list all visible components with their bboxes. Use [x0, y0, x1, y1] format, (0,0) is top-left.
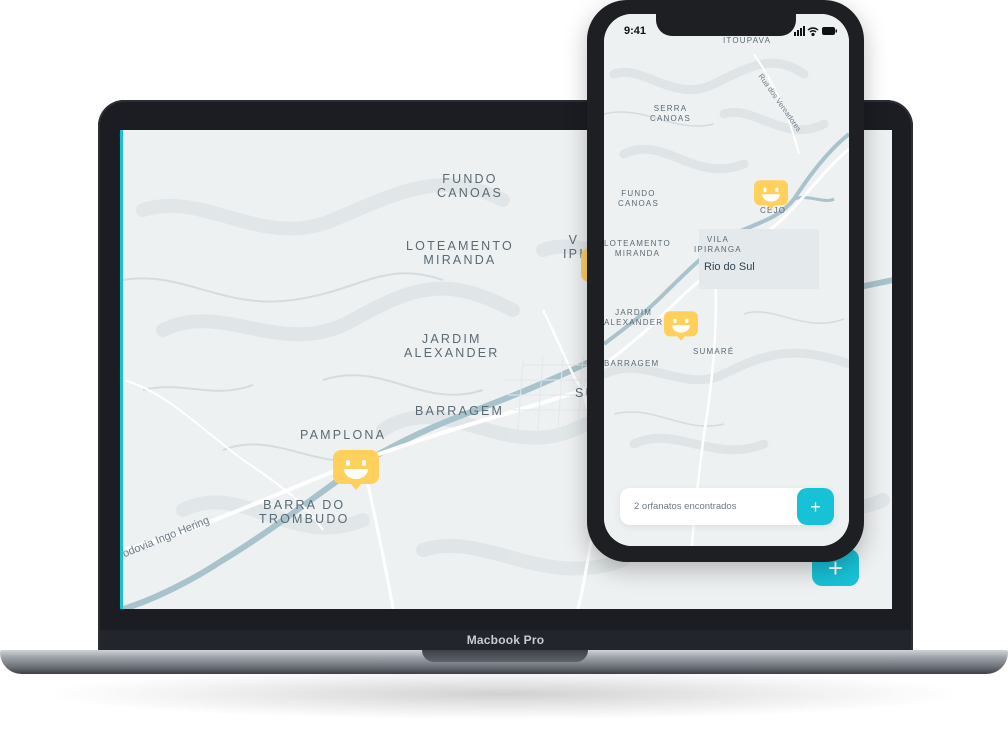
phone-map-terrain: [604, 14, 849, 546]
laptop-shadow: [40, 668, 968, 720]
map-label-barragem: BARRAGEM: [415, 404, 505, 418]
phone-map[interactable]: Rua dos Vereadores: [604, 14, 849, 546]
phone-notch: [656, 14, 796, 36]
status-icons: [794, 26, 837, 36]
phone-footer-bar: 2 orfanatos encontrados +: [620, 488, 834, 525]
phone-map-label-vila-ipiranga: VILA IPIRANGA: [694, 235, 742, 254]
phone-map-label-jardim-alexander: JARDIM ALEXANDER: [604, 308, 664, 327]
status-time: 9:41: [624, 25, 647, 37]
map-label-fundo-canoas: FUNDO CANOAS: [437, 172, 503, 200]
orphanage-pin-icon[interactable]: [664, 309, 698, 343]
laptop-brand-label: Macbook Pro: [466, 633, 545, 647]
laptop-chin: Macbook Pro: [100, 630, 911, 652]
signal-icon: [794, 26, 805, 36]
laptop-hinge-notch: [422, 650, 588, 662]
battery-icon: [822, 27, 837, 35]
phone-city-label-rio-do-sul: Rio do Sul: [704, 261, 755, 273]
plus-icon: +: [810, 496, 821, 517]
phone-map-label-itoupava: ITOUPAVA: [723, 36, 772, 45]
orphanage-pin-icon[interactable]: [333, 450, 379, 490]
map-label-barra-do-trombudo: BARRA DO TROMBUDO: [259, 498, 350, 526]
wifi-icon: [807, 27, 819, 36]
phone-map-label-barragem: BARRAGEM: [604, 359, 660, 368]
map-label-pamplona: PAMPLONA: [300, 428, 387, 442]
phone-map-label-serra-canoas: SERRA CANOAS: [650, 104, 691, 123]
map-label-jardim-alexander: JARDIM ALEXANDER: [404, 332, 500, 360]
phone-map-label-sumare: SUMARÉ: [693, 347, 735, 356]
map-label-loteamento-miranda: LOTEAMENTO MIRANDA: [406, 239, 514, 267]
phone-map-label-fundo-canoas: FUNDO CANOAS: [618, 189, 659, 208]
orphanages-count-text: 2 orfanatos encontrados: [634, 501, 737, 512]
phone-add-orphanage-button[interactable]: +: [797, 488, 834, 525]
phone-map-label-loteamento-miranda: LOTEAMENTO MIRANDA: [604, 239, 671, 258]
orphanage-pin-icon[interactable]: [754, 178, 788, 212]
